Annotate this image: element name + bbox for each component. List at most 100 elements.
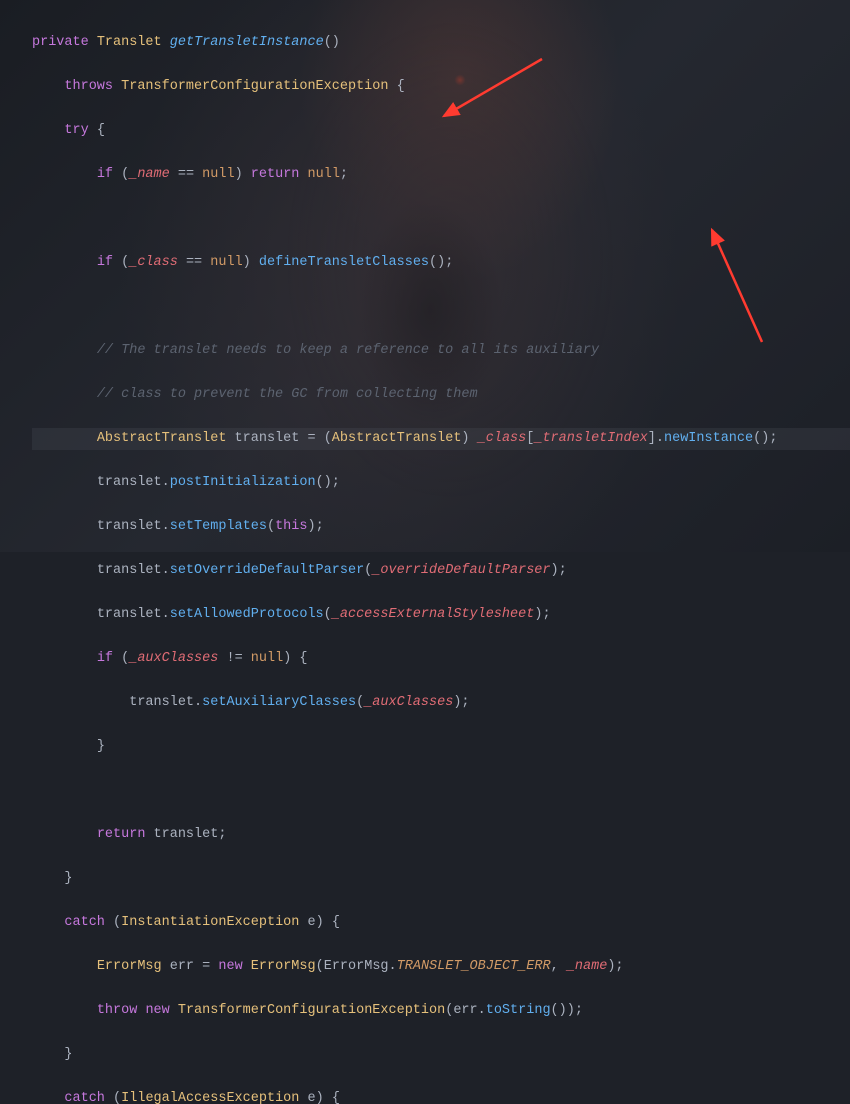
paren: ) bbox=[307, 519, 315, 534]
comma: , bbox=[551, 959, 559, 974]
keyword-try: try bbox=[64, 123, 88, 138]
code-line: translet.setAllowedProtocols(_accessExte… bbox=[32, 604, 850, 626]
brace: { bbox=[97, 123, 105, 138]
operator: == bbox=[186, 255, 202, 270]
dot: . bbox=[478, 1003, 486, 1018]
brace: } bbox=[97, 739, 105, 754]
semicolon: ; bbox=[575, 1003, 583, 1018]
identifier: translet bbox=[129, 695, 194, 710]
annotation-arrow-1 bbox=[432, 54, 552, 143]
parens: () bbox=[316, 475, 332, 490]
keyword-new: new bbox=[218, 959, 242, 974]
paren: ( bbox=[267, 519, 275, 534]
type: AbstractTranslet bbox=[332, 431, 462, 446]
identifier: translet bbox=[97, 519, 162, 534]
keyword-return: return bbox=[251, 167, 300, 182]
field-name: _name bbox=[129, 167, 170, 182]
method-name: getTransletInstance bbox=[170, 35, 324, 50]
type: IllegalAccessException bbox=[121, 1091, 299, 1104]
identifier: e bbox=[307, 915, 315, 930]
method-call: setAuxiliaryClasses bbox=[202, 695, 356, 710]
code-line: return translet; bbox=[32, 824, 850, 846]
type: TransformerConfigurationException bbox=[178, 1003, 445, 1018]
paren: ) bbox=[316, 915, 324, 930]
paren: ( bbox=[445, 1003, 453, 1018]
method-call: setAllowedProtocols bbox=[170, 607, 324, 622]
comment: // class to prevent the GC from collecti… bbox=[97, 387, 478, 402]
comment: // The translet needs to keep a referenc… bbox=[97, 343, 599, 358]
code-line: // class to prevent the GC from collecti… bbox=[32, 384, 850, 406]
type: ErrorMsg bbox=[97, 959, 162, 974]
code-line: translet.setTemplates(this); bbox=[32, 516, 850, 538]
paren: ( bbox=[121, 651, 129, 666]
annotation-arrow-2 bbox=[700, 222, 780, 361]
brace: } bbox=[64, 1047, 72, 1062]
field: _overrideDefaultParser bbox=[372, 563, 550, 578]
paren: ( bbox=[113, 1091, 121, 1104]
keyword-new: new bbox=[145, 1003, 169, 1018]
semicolon: ; bbox=[615, 959, 623, 974]
dot: . bbox=[389, 959, 397, 974]
paren: ) bbox=[243, 255, 251, 270]
code-block: private Translet getTransletInstance() t… bbox=[0, 0, 850, 1104]
constant: TRANSLET_OBJECT_ERR bbox=[397, 959, 551, 974]
dot: . bbox=[162, 519, 170, 534]
code-line: if (_auxClasses != null) { bbox=[32, 648, 850, 670]
null-literal: null bbox=[202, 167, 234, 182]
dot: . bbox=[162, 475, 170, 490]
semicolon: ; bbox=[445, 255, 453, 270]
operator: != bbox=[226, 651, 242, 666]
code-line: translet.setOverrideDefaultParser(_overr… bbox=[32, 560, 850, 582]
semicolon: ; bbox=[316, 519, 324, 534]
field-class: _class bbox=[478, 431, 527, 446]
paren: ) bbox=[567, 1003, 575, 1018]
field: _name bbox=[567, 959, 608, 974]
method-call: postInitialization bbox=[170, 475, 316, 490]
keyword-if: if bbox=[97, 651, 113, 666]
paren: ( bbox=[324, 431, 332, 446]
method-call: setTemplates bbox=[170, 519, 267, 534]
keyword-if: if bbox=[97, 167, 113, 182]
code-line: throw new TransformerConfigurationExcept… bbox=[32, 1000, 850, 1022]
keyword-catch: catch bbox=[64, 915, 105, 930]
brace: { bbox=[299, 651, 307, 666]
paren: ) bbox=[534, 607, 542, 622]
code-line: } bbox=[32, 736, 850, 758]
operator: = bbox=[202, 959, 210, 974]
semicolon: ; bbox=[559, 563, 567, 578]
null-literal: null bbox=[308, 167, 340, 182]
keyword-private: private bbox=[32, 35, 89, 50]
semicolon: ; bbox=[332, 475, 340, 490]
brace: { bbox=[332, 915, 340, 930]
call-newInstance: newInstance bbox=[664, 431, 753, 446]
code-line: if (_name == null) return null; bbox=[32, 164, 850, 186]
type: AbstractTranslet bbox=[97, 431, 227, 446]
paren: ) bbox=[607, 959, 615, 974]
code-line: private Translet getTransletInstance() bbox=[32, 32, 850, 54]
type-translet: Translet bbox=[97, 35, 162, 50]
dot: . bbox=[656, 431, 664, 446]
parens: () bbox=[429, 255, 445, 270]
keyword-throw: throw bbox=[97, 1003, 138, 1018]
code-line: catch (InstantiationException e) { bbox=[32, 912, 850, 934]
semicolon: ; bbox=[340, 167, 348, 182]
null-literal: null bbox=[251, 651, 283, 666]
code-line: } bbox=[32, 1044, 850, 1066]
field: _accessExternalStylesheet bbox=[332, 607, 535, 622]
code-line-blank bbox=[32, 780, 850, 802]
paren: ( bbox=[324, 607, 332, 622]
paren: ) bbox=[235, 167, 243, 182]
code-line-highlight: AbstractTranslet translet = (AbstractTra… bbox=[32, 428, 850, 450]
identifier: translet bbox=[235, 431, 300, 446]
paren: ( bbox=[364, 563, 372, 578]
method-call: setOverrideDefaultParser bbox=[170, 563, 364, 578]
semicolon: ; bbox=[769, 431, 777, 446]
dot: . bbox=[162, 563, 170, 578]
brace: { bbox=[397, 79, 405, 94]
parens: () bbox=[753, 431, 769, 446]
code-line: translet.setAuxiliaryClasses(_auxClasses… bbox=[32, 692, 850, 714]
parens: () bbox=[324, 35, 340, 50]
semicolon: ; bbox=[461, 695, 469, 710]
semicolon: ; bbox=[218, 827, 226, 842]
type: InstantiationException bbox=[121, 915, 299, 930]
